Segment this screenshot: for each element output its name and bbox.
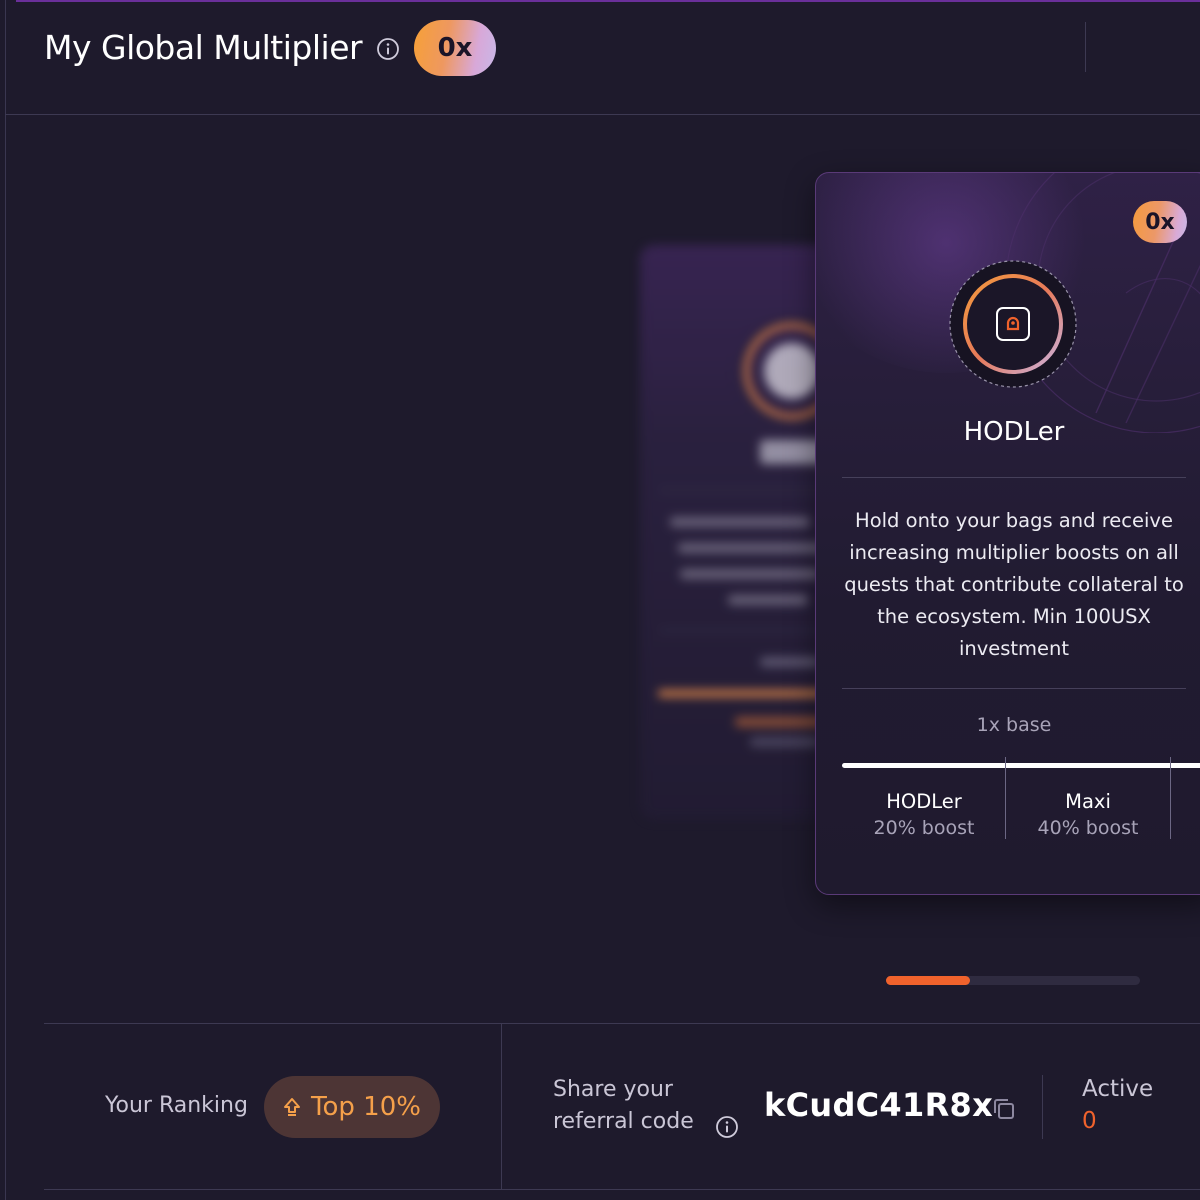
previous-card-divider [660,630,840,631]
previous-card-icon [764,343,820,399]
page-title: My Global Multiplier [44,28,363,67]
tier-boost: 40% boost [1037,817,1139,839]
previous-card-text-line [678,543,828,553]
tier-maxi: Maxi 40% boost [1006,789,1170,841]
card-divider [842,477,1186,478]
tier-divider [1170,757,1171,839]
tier-name: Maxi [1065,790,1111,813]
active-count: 0 [1082,1108,1097,1134]
card-multiplier-badge: 0x [1133,201,1187,243]
header-separator [5,114,1200,115]
footer-divider [44,1023,1200,1024]
hodler-card[interactable]: 0x HODLer Hold onto your bags and receiv… [815,172,1200,895]
previous-card[interactable] [640,245,840,820]
info-icon[interactable] [715,1115,739,1139]
previous-card-text-line [670,517,810,527]
ranking-value: Top 10% [311,1092,421,1122]
tier-name: HODLer [886,790,962,813]
arrow-up-icon [284,1098,301,1116]
ranking-badge: Top 10% [264,1076,440,1138]
previous-card-divider [660,490,840,491]
base-multiplier-label: 1x base [976,714,1052,736]
share-referral-label: Share your referral code [553,1077,694,1134]
carousel-indicator[interactable] [886,976,1140,985]
previous-card-text-line [680,569,820,579]
previous-card-subtext [750,737,820,747]
active-label: Active [1082,1076,1154,1102]
tier-boost: 20% boost [873,817,975,839]
referral-code: kCudC41R8x [764,1086,994,1124]
carousel-indicator-fill [886,976,970,985]
header-divider [1085,22,1086,72]
footer-column-divider [1042,1075,1043,1139]
ranking-label: Your Ranking [105,1093,248,1118]
tier-progress-track [842,763,1200,768]
card-description: Hold onto your bags and receive increasi… [844,509,1184,660]
info-icon[interactable] [376,37,400,61]
footer-column-divider [501,1023,502,1190]
previous-card-base-label [760,657,820,667]
card-divider [842,688,1186,689]
copy-icon[interactable] [991,1096,1017,1122]
tier-hodler: HODLer 20% boost [842,789,1006,841]
left-border [5,0,6,1200]
card-title: HODLer [963,417,1065,447]
previous-card-text-line [728,595,808,605]
hodler-badge [948,259,1078,389]
previous-card-status [735,717,825,727]
global-multiplier-badge: 0x [414,20,496,76]
header: My Global Multiplier 0x [0,0,1200,114]
lock-icon [996,307,1030,341]
page: My Global Multiplier 0x 0x HODLer Hold o… [0,0,1200,1200]
footer-divider [44,1189,1200,1190]
previous-card-progress-bar [658,690,840,697]
